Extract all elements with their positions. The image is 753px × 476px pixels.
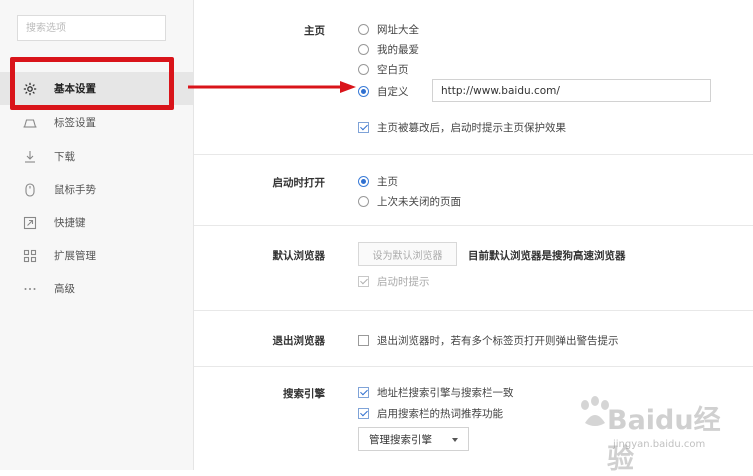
mouse-icon bbox=[22, 182, 38, 198]
radio-startup-last-session[interactable]: 上次未关闭的页面 bbox=[358, 194, 461, 209]
checkbox[interactable] bbox=[358, 408, 369, 419]
checkbox[interactable] bbox=[358, 122, 369, 133]
sidebar-item-label: 基本设置 bbox=[54, 83, 96, 95]
download-icon bbox=[22, 149, 38, 165]
sidebar-item-label: 扩展管理 bbox=[54, 250, 96, 262]
radio-button[interactable] bbox=[358, 24, 369, 35]
sidebar-item-label: 下载 bbox=[54, 151, 75, 163]
divider bbox=[194, 225, 753, 226]
sidebar-item-mouse-gestures[interactable]: 鼠标手势 bbox=[0, 173, 193, 206]
radio-homepage-favorites[interactable]: 我的最爱 bbox=[358, 42, 419, 57]
radio-button[interactable] bbox=[358, 44, 369, 55]
sidebar-item-label: 标签设置 bbox=[54, 117, 96, 129]
checkbox-search-sync[interactable]: 地址栏搜索引擎与搜索栏一致 bbox=[358, 385, 514, 400]
grid-icon bbox=[22, 248, 38, 264]
section-label-homepage: 主页 bbox=[304, 25, 325, 37]
shortcut-icon bbox=[22, 215, 38, 231]
tab-icon bbox=[22, 115, 38, 131]
section-label-exit-browser: 退出浏览器 bbox=[272, 335, 326, 347]
checkbox-exit-warning[interactable]: 退出浏览器时，若有多个标签页打开则弹出警告提示 bbox=[358, 333, 619, 348]
homepage-url-input[interactable] bbox=[432, 79, 711, 102]
checkbox[interactable] bbox=[358, 335, 369, 346]
divider bbox=[194, 310, 753, 311]
settings-panel: 主页 网址大全 我的最爱 空白页 自定义 主页被篡改后，启动时提示主页保护效果 … bbox=[194, 0, 753, 470]
sidebar-item-label: 高级 bbox=[54, 283, 75, 295]
default-browser-status: 目前默认浏览器是搜狗高速浏览器 bbox=[468, 250, 626, 262]
section-label-startup: 启动时打开 bbox=[272, 177, 326, 189]
radio-homepage-blank[interactable]: 空白页 bbox=[358, 62, 409, 77]
sidebar: 基本设置 标签设置 下载 bbox=[0, 0, 194, 470]
settings-window: 基本设置 标签设置 下载 bbox=[0, 0, 753, 475]
set-default-browser-button[interactable]: 设为默认浏览器 bbox=[358, 242, 457, 266]
radio-button[interactable] bbox=[358, 196, 369, 207]
section-label-default-browser: 默认浏览器 bbox=[272, 250, 326, 262]
radio-button[interactable] bbox=[358, 64, 369, 75]
sidebar-item-extensions[interactable]: 扩展管理 bbox=[0, 239, 193, 272]
checkbox-hot-words[interactable]: 启用搜索栏的热词推荐功能 bbox=[358, 406, 503, 421]
sidebar-item-shortcuts[interactable]: 快捷键 bbox=[0, 206, 193, 239]
search-input[interactable] bbox=[17, 15, 166, 41]
divider bbox=[194, 366, 753, 367]
radio-homepage-custom[interactable]: 自定义 bbox=[358, 84, 409, 99]
section-label-search-engine: 搜索引擎 bbox=[283, 388, 325, 400]
sidebar-item-label: 快捷键 bbox=[54, 217, 86, 229]
sidebar-item-download[interactable]: 下载 bbox=[0, 140, 193, 173]
checkbox[interactable] bbox=[358, 387, 369, 398]
divider bbox=[194, 154, 753, 155]
manage-search-engines-dropdown[interactable]: 管理搜索引擎 bbox=[358, 427, 469, 451]
more-icon bbox=[22, 281, 38, 297]
sidebar-item-tab-settings[interactable]: 标签设置 bbox=[0, 106, 193, 139]
radio-homepage-directory[interactable]: 网址大全 bbox=[358, 22, 419, 37]
chevron-down-icon bbox=[452, 438, 458, 442]
checkbox[interactable] bbox=[358, 276, 369, 287]
checkbox-startup-prompt[interactable]: 启动时提示 bbox=[358, 274, 430, 289]
radio-startup-homepage[interactable]: 主页 bbox=[358, 174, 398, 189]
gear-icon bbox=[22, 81, 38, 97]
sidebar-item-advanced[interactable]: 高级 bbox=[0, 272, 193, 305]
checkbox-homepage-protect[interactable]: 主页被篡改后，启动时提示主页保护效果 bbox=[358, 120, 566, 135]
sidebar-item-basic-settings[interactable]: 基本设置 bbox=[0, 72, 193, 105]
radio-button[interactable] bbox=[358, 86, 369, 97]
radio-button[interactable] bbox=[358, 176, 369, 187]
sidebar-item-label: 鼠标手势 bbox=[54, 184, 96, 196]
